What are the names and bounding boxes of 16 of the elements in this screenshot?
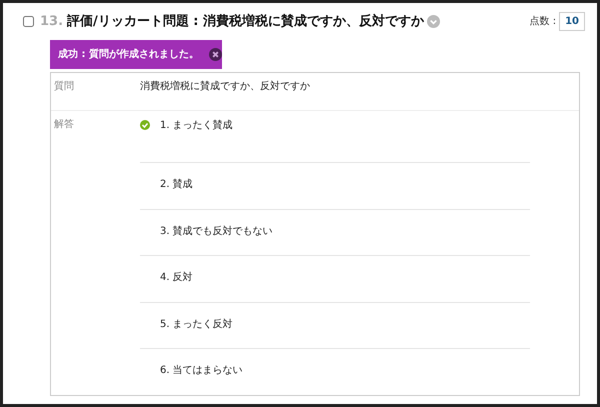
success-message: 成功 : 質問が作成されました。	[58, 48, 199, 62]
answer-option: 2. 賛成	[160, 177, 193, 192]
question-checkbox[interactable]	[23, 16, 34, 27]
answer-option: 1. まったく賛成	[160, 118, 233, 132]
question-title: 評価/リッカート問題 : 消費税増税に賛成ですか、反対ですか	[67, 12, 424, 31]
points-label: 点数 :	[530, 14, 556, 29]
close-icon[interactable]	[208, 48, 222, 60]
question-text: 消費税増税に賛成ですか、反対ですか	[140, 80, 310, 94]
answer-option: 6. 当てはまらない	[160, 363, 243, 378]
question-label: 質問	[53, 80, 75, 94]
answer-option: 5. まったく反対	[160, 316, 233, 332]
points-field[interactable]: 10	[559, 12, 585, 31]
question-number: 13.	[40, 13, 64, 31]
answer-option: 4. 反対	[160, 270, 193, 285]
answer-option: 3. 賛成でも反対でもない	[160, 224, 273, 238]
answer-label: 解答	[53, 118, 75, 132]
